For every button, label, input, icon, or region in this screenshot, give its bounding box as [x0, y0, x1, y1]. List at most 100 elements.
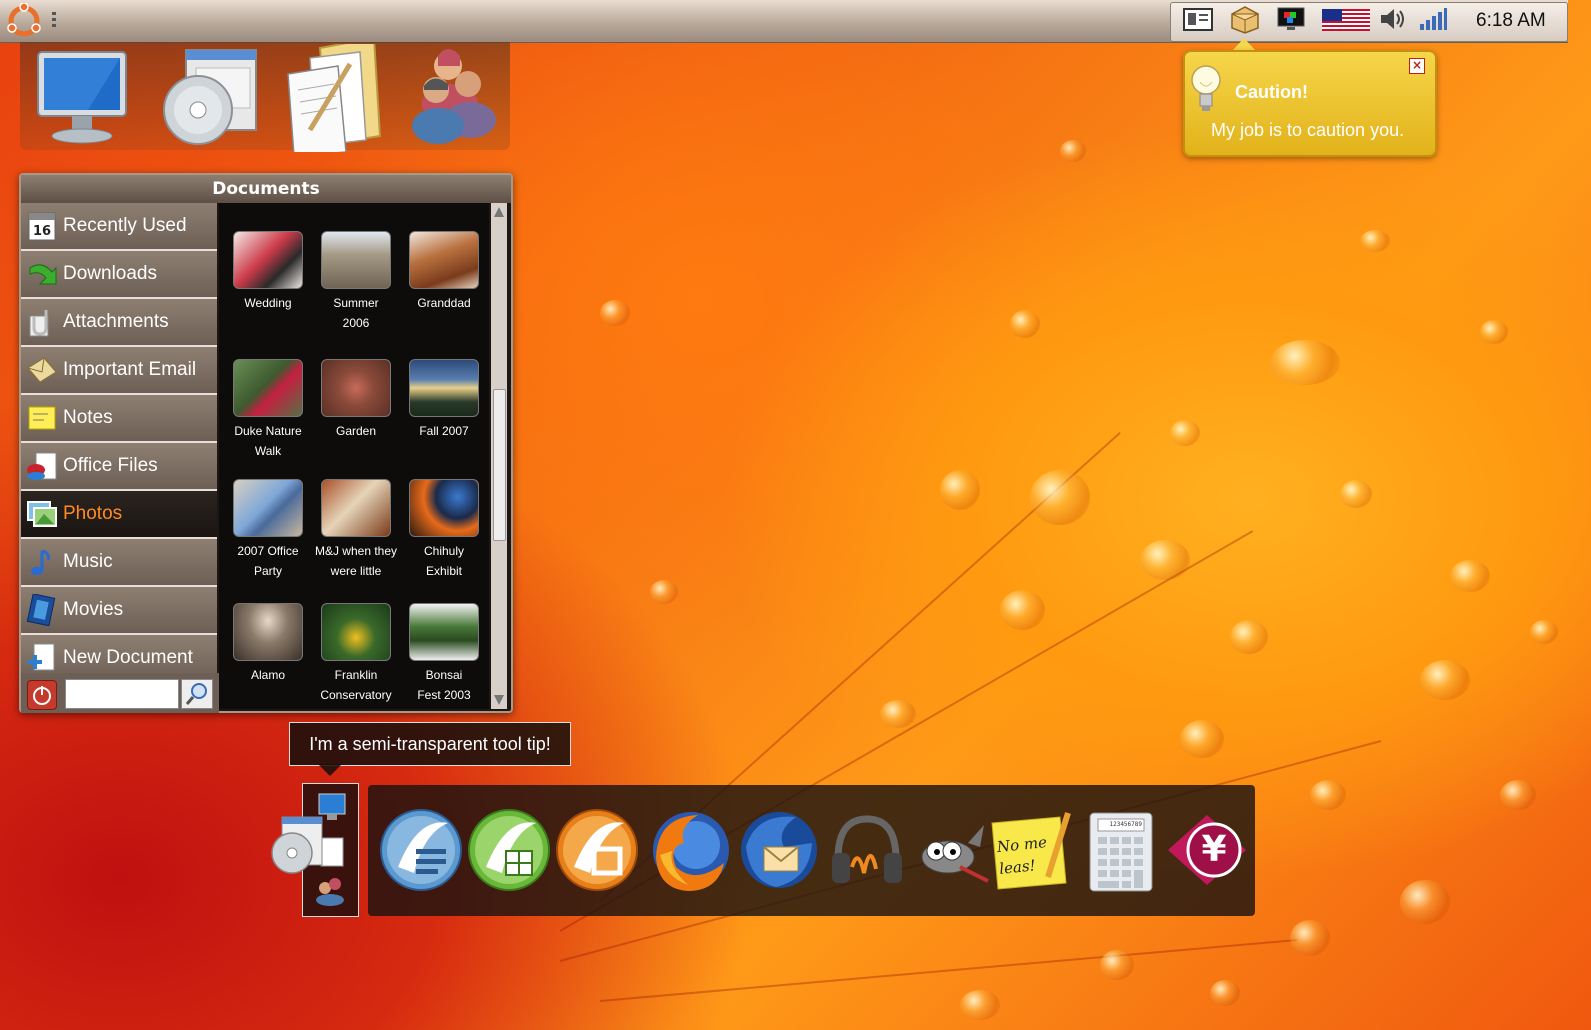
sticky-note-text: No me leas! [996, 833, 1048, 879]
application-dock: No me leas! 123456789 ¥ [368, 785, 1255, 916]
documents-folder-icon[interactable] [280, 44, 390, 152]
sidebar-item-photos[interactable]: Photos [21, 491, 217, 539]
writer-icon[interactable] [378, 807, 464, 893]
tooltip: I'm a semi-transparent tool tip! [289, 722, 571, 766]
photo-item-chihuly-exhibit[interactable]: Chihuly Exhibit [399, 479, 489, 581]
finance-yen-symbol: ¥ [1201, 829, 1227, 870]
power-button[interactable] [27, 680, 57, 710]
package-updates-icon[interactable] [1228, 4, 1262, 34]
sidebar-item-label: Office Files [63, 455, 158, 476]
svg-text:16: 16 [33, 224, 51, 239]
places-launcher [20, 42, 510, 152]
photo-item-wedding[interactable]: Wedding [223, 231, 313, 313]
search-input[interactable] [65, 679, 179, 709]
finance-yen-icon[interactable]: ¥ [1164, 807, 1250, 893]
network-signal-icon[interactable] [1418, 6, 1448, 32]
photo-grid: Wedding Summer 2006 Granddad Duke Nature… [219, 203, 489, 709]
sidebar-item-important-email[interactable]: Important Email [21, 347, 217, 395]
photo-item-granddad[interactable]: Granddad [399, 231, 489, 313]
documents-window-title[interactable]: Documents [21, 175, 511, 203]
users-group-icon[interactable] [400, 44, 510, 152]
scroll-up-arrow-icon[interactable] [493, 205, 505, 219]
gimp-icon[interactable] [908, 807, 994, 893]
sidebar-item-notes[interactable]: Notes [21, 395, 217, 443]
scroll-down-arrow-icon[interactable] [493, 693, 505, 707]
new-document-icon [28, 643, 55, 671]
photo-thumbnail [233, 231, 303, 289]
photo-thumbnail [321, 359, 391, 417]
computer-monitor-icon[interactable] [28, 44, 138, 152]
power-icon [33, 686, 51, 705]
volume-speaker-icon[interactable] [1378, 6, 1408, 32]
cd-drive-icon[interactable] [156, 44, 266, 152]
us-flag-keyboard-icon[interactable] [1322, 9, 1370, 31]
top-panel: 6:18 AM [0, 0, 1568, 43]
firefox-icon[interactable] [648, 807, 734, 893]
documents-window: Documents 16 Recently Used Downloads Att… [19, 173, 513, 713]
scrollbar-thumb[interactable] [493, 389, 506, 541]
photo-item-bonsai-fest-2003[interactable]: Bonsai Fest 2003 [399, 603, 489, 705]
panel-grip-icon[interactable] [52, 12, 56, 30]
photo-thumbnail [321, 479, 391, 537]
photo-item-duke-nature-walk[interactable]: Duke Nature Walk [223, 359, 313, 461]
sidebar-item-attachments[interactable]: Attachments [21, 299, 217, 347]
sidebar-item-label: New Document [63, 647, 193, 668]
notification-message: My job is to caution you. [1211, 120, 1405, 140]
sidebar-item-recently-used[interactable]: 16 Recently Used [21, 203, 217, 251]
photo-thumbnail [409, 603, 479, 661]
ubuntu-logo-icon[interactable] [6, 2, 42, 39]
tooltip-pointer [318, 764, 342, 776]
downloads-arrow-icon [29, 264, 57, 285]
sticky-notes-icon[interactable]: No me leas! [988, 807, 1074, 893]
calculator-icon[interactable]: 123456789 [1078, 807, 1164, 893]
notification-close-button[interactable]: × [1409, 58, 1425, 74]
photo-label-line2: Party [253, 564, 282, 578]
impress-presentation-icon[interactable] [554, 807, 640, 893]
photo-grid-scrollbar[interactable] [491, 203, 507, 709]
thunderbird-icon[interactable] [736, 807, 822, 893]
envelope-icon [27, 357, 57, 383]
sidebar-item-downloads[interactable]: Downloads [21, 251, 217, 299]
photo-label-line2: Walk [254, 444, 282, 458]
search-button[interactable] [181, 679, 213, 709]
paperclip-icon [29, 310, 49, 337]
photo-thumbnail [409, 479, 479, 537]
sticky-note-icon [28, 406, 56, 430]
sidebar-item-office-files[interactable]: Office Files [21, 443, 217, 491]
photo-item-garden[interactable]: Garden [311, 359, 401, 441]
document-viewer-icon[interactable] [1182, 6, 1216, 32]
notification-title: Caution! [1235, 82, 1308, 102]
photo-label-line2: Conservatory [320, 688, 392, 702]
photo-label: Chihuly [423, 544, 465, 558]
photo-label: Garden [335, 424, 377, 438]
clock[interactable]: 6:18 AM [1476, 10, 1546, 32]
sidebar-item-label: Attachments [63, 311, 169, 332]
music-note-icon [31, 549, 50, 575]
calculator-display: 123456789 [1109, 821, 1142, 828]
display-monitor-icon[interactable] [1276, 6, 1306, 32]
sidebar-item-label: Movies [63, 599, 124, 620]
documents-sidebar: 16 Recently Used Downloads Attachments I… [21, 203, 219, 713]
sidebar-item-movies[interactable]: Movies [21, 587, 217, 635]
calc-spreadsheet-icon[interactable] [466, 807, 552, 893]
sidebar-item-label: Recently Used [63, 215, 187, 236]
photo-thumbnail [321, 231, 391, 289]
photo-item-summer-2006[interactable]: Summer 2006 [311, 231, 401, 333]
audio-headphones-icon[interactable] [824, 807, 910, 893]
photo-item-2007-office-party[interactable]: 2007 Office Party [223, 479, 313, 581]
photos-icon [27, 501, 57, 527]
photo-item-alamo[interactable]: Alamo [223, 603, 313, 685]
cd-disc-icon[interactable] [268, 815, 328, 875]
sidebar-item-music[interactable]: Music [21, 539, 217, 587]
photo-label: Alamo [250, 668, 285, 682]
photo-item-fall-2007[interactable]: Fall 2007 [399, 359, 489, 441]
photo-item-mj-when-they-were-little[interactable]: M&J when they were little [311, 479, 401, 581]
lightbulb-icon [1191, 65, 1221, 111]
film-strip-icon [26, 594, 56, 626]
caution-notification: Caution! My job is to caution you. × [1183, 50, 1437, 157]
photo-label-line2: Exhibit [425, 564, 463, 578]
photo-label-line2: were little [330, 564, 382, 578]
photo-item-franklin-conservatory[interactable]: Franklin Conservatory [311, 603, 401, 705]
sidebar-item-label: Photos [63, 503, 123, 524]
photo-label: Fall 2007 [419, 424, 469, 438]
